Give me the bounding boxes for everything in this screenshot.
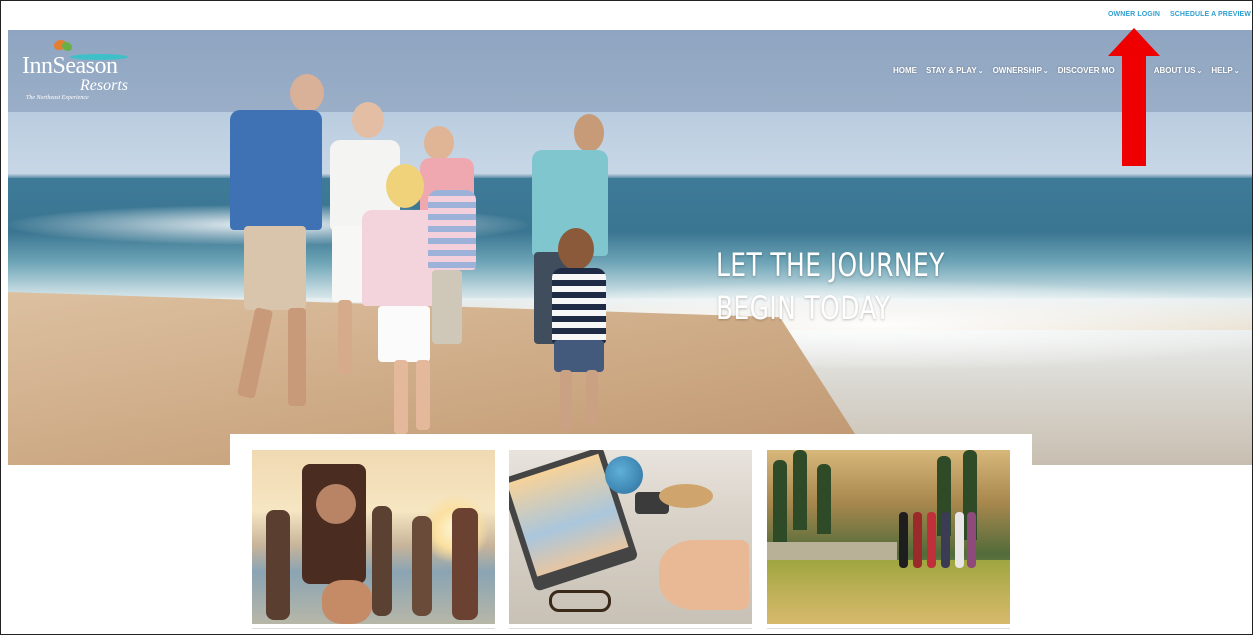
nav-stay-play[interactable]: STAY & PLAY⌄ — [926, 66, 984, 75]
nav-discover-label: DISCOVER MO — [1057, 66, 1115, 75]
nav-ownership-label: OWNERSHIP — [992, 66, 1042, 75]
card-travel-planning-image[interactable] — [509, 450, 752, 624]
hiker-figure — [967, 512, 976, 568]
tree — [817, 464, 831, 534]
hero-banner: LET THE JOURNEY BEGIN TODAY — [8, 30, 1253, 465]
hiker-figure — [913, 512, 922, 568]
tree — [773, 460, 787, 554]
nav-ownership[interactable]: OWNERSHIP⌄ — [993, 66, 1049, 75]
sunglasses-icon — [549, 590, 611, 612]
card-beach-party-image[interactable] — [252, 450, 495, 624]
innseason-logo[interactable]: InnSeason Resorts The Northeast Experien… — [22, 40, 132, 104]
meadow — [767, 560, 1010, 624]
hero-headline: LET THE JOURNEY BEGIN TODAY — [716, 244, 945, 330]
hat-icon — [659, 484, 713, 508]
chevron-down-icon: ⌄ — [1196, 68, 1203, 75]
nav-stay-play-label: STAY & PLAY — [926, 66, 977, 75]
arrow-up-icon — [1108, 28, 1160, 166]
nav-home[interactable]: HOME — [893, 66, 917, 75]
globe-icon — [605, 456, 643, 494]
nav-home-label: HOME — [893, 66, 917, 75]
pond — [767, 542, 897, 560]
writing-hand — [659, 540, 749, 610]
schedule-preview-link[interactable]: SCHEDULE A PREVIEW — [1170, 11, 1251, 18]
card-divider — [252, 628, 495, 629]
friend-figure — [266, 510, 290, 620]
chevron-down-icon: ⌄ — [1042, 68, 1049, 75]
card-divider — [767, 628, 1010, 629]
friend-figure — [452, 508, 478, 620]
feature-cards — [230, 434, 1032, 635]
nav-help[interactable]: HELP⌄ — [1211, 66, 1239, 75]
utility-bar: OWNER LOGIN SCHEDULE A PREVIEW — [0, 0, 1253, 30]
owner-login-link[interactable]: OWNER LOGIN — [1108, 11, 1160, 18]
main-nav: HOME STAY & PLAY⌄ OWNERSHIP⌄ DISCOVER MO… — [893, 66, 1240, 75]
hiker-figure — [899, 512, 908, 568]
headline-line-2: BEGIN TODAY — [716, 289, 891, 327]
logo-leaf-icon-green — [62, 42, 72, 51]
tree — [793, 450, 807, 530]
logo-name: InnSeason — [22, 53, 118, 79]
hiker-figure — [927, 512, 936, 568]
logo-subtitle: Resorts — [80, 77, 128, 94]
nav-about-us[interactable]: ABOUT US⌄ — [1154, 66, 1203, 75]
hiker-figure — [941, 512, 950, 568]
chevron-down-icon: ⌄ — [1233, 68, 1240, 75]
hiker-figure — [955, 512, 964, 568]
chevron-down-icon: ⌄ — [977, 68, 984, 75]
reaching-hand — [322, 580, 372, 624]
friend-figure — [372, 506, 392, 616]
woman-figure — [302, 464, 366, 584]
headline-line-1: LET THE JOURNEY — [716, 246, 945, 284]
arrow-head — [1108, 28, 1160, 56]
logo-tagline: The Northeast Experience — [26, 95, 89, 101]
nav-help-label: HELP — [1211, 66, 1233, 75]
friend-figure — [412, 516, 432, 616]
card-hiking-image[interactable] — [767, 450, 1010, 624]
card-divider — [509, 628, 752, 629]
nav-discover-more[interactable]: DISCOVER MO — [1058, 66, 1115, 75]
woman-face — [316, 484, 356, 524]
arrow-shaft — [1122, 55, 1146, 166]
